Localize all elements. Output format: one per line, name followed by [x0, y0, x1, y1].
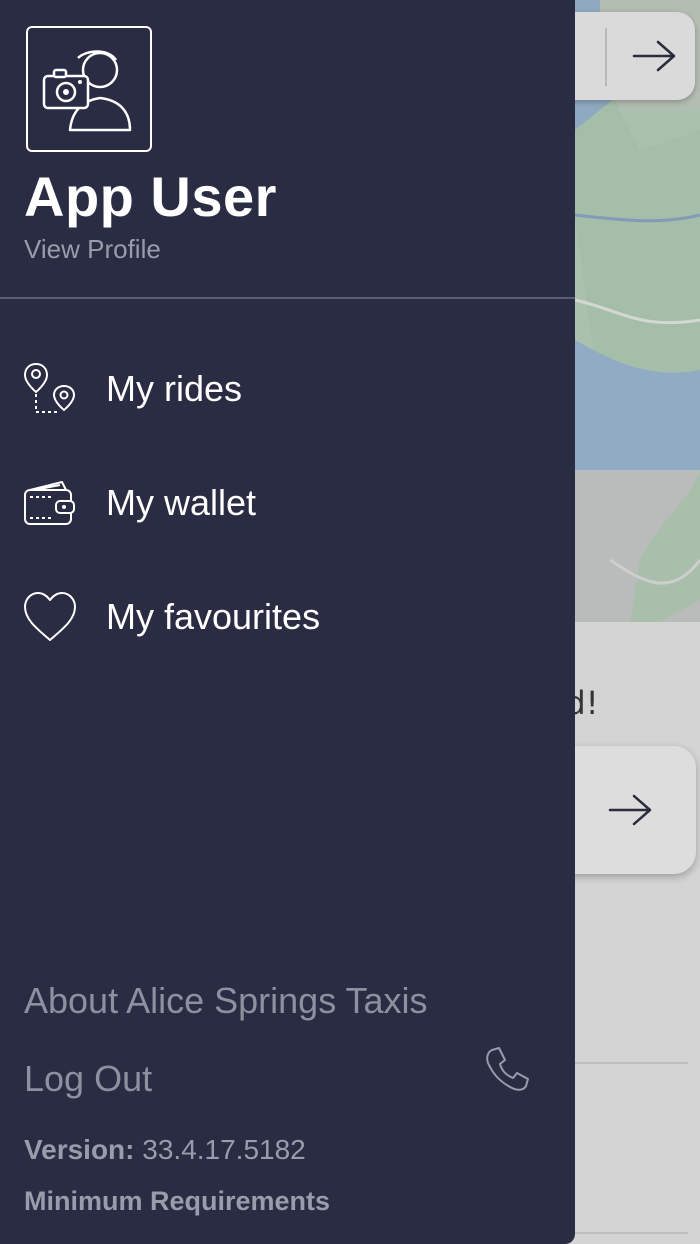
view-profile-link[interactable]: View Profile: [24, 234, 161, 265]
drawer-divider: [0, 297, 575, 299]
menu-item-label: My wallet: [106, 482, 257, 523]
menu-item-my-wallet[interactable]: My wallet: [0, 458, 575, 548]
route-pins-icon: [22, 360, 78, 418]
version-value: 33.4.17.5182: [142, 1134, 306, 1165]
minimum-requirements-link[interactable]: Minimum Requirements: [24, 1186, 330, 1217]
phone-icon[interactable]: [482, 1044, 532, 1094]
navigation-drawer: App User View Profile My rides My wallet…: [0, 0, 575, 1244]
version-info: Version: 33.4.17.5182: [24, 1134, 306, 1166]
avatar[interactable]: [26, 26, 152, 152]
menu-item-my-rides[interactable]: My rides: [0, 344, 575, 434]
logout-link[interactable]: Log Out: [24, 1058, 152, 1100]
user-name: App User: [24, 165, 277, 228]
menu-item-label: My favourites: [106, 596, 321, 637]
avatar-camera-icon: [42, 50, 132, 132]
about-link[interactable]: About Alice Springs Taxis: [24, 980, 428, 1022]
heart-icon: [22, 588, 78, 646]
menu-item-label: My rides: [106, 368, 243, 409]
wallet-icon: [22, 474, 78, 532]
menu-item-my-favourites[interactable]: My favourites: [0, 572, 575, 662]
version-label: Version:: [24, 1134, 135, 1165]
